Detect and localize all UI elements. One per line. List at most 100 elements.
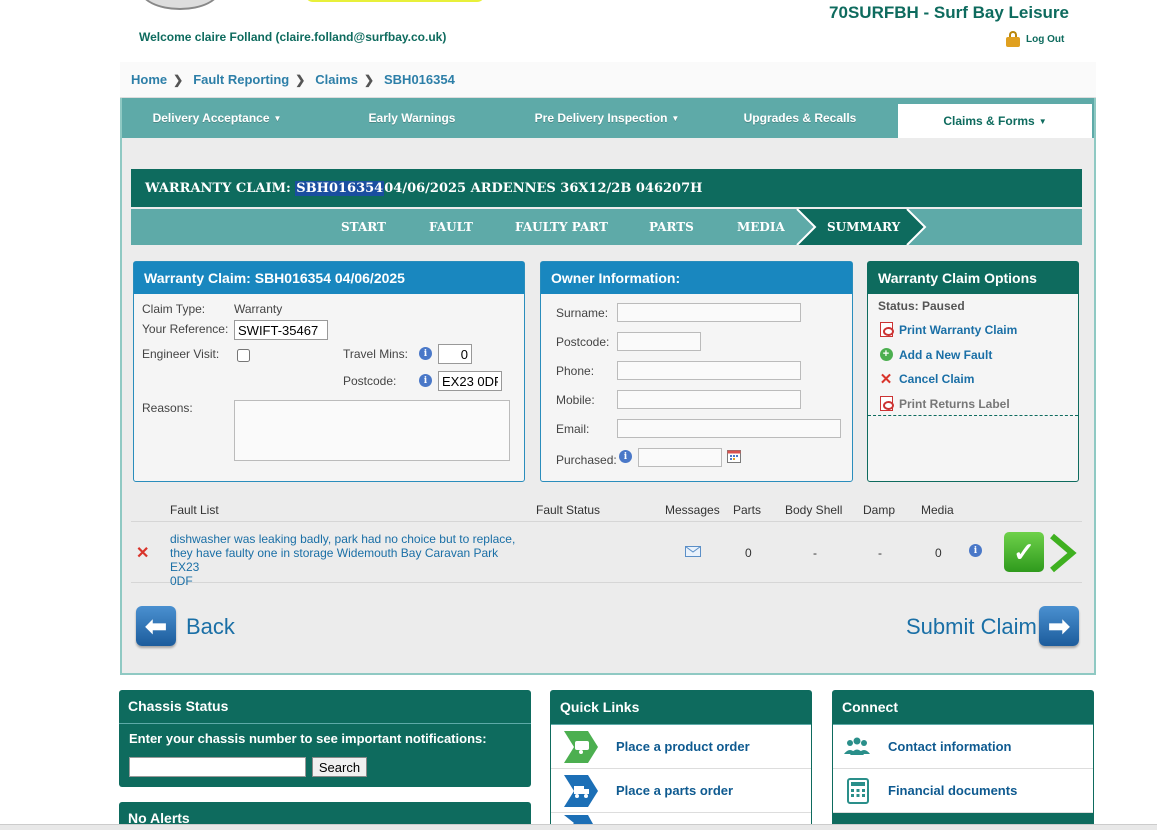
connect-link-label: Contact information (888, 739, 1012, 754)
owner-email-label: Email: (556, 422, 590, 436)
quick-link-label: Place a product order (616, 739, 750, 754)
place-product-order-link[interactable]: Place a product order (551, 725, 811, 769)
place-parts-order-link[interactable]: Place a parts order (551, 769, 811, 813)
info-icon[interactable]: i (619, 450, 632, 463)
step-fault[interactable]: FAULT (429, 209, 473, 245)
reasons-label: Reasons: (142, 401, 193, 415)
owner-mobile-input[interactable] (617, 390, 801, 409)
chassis-title: Chassis Status (119, 690, 531, 724)
close-icon: ✕ (879, 370, 893, 388)
step-start[interactable]: START (341, 209, 386, 245)
col-fault-status: Fault Status (536, 503, 601, 517)
purchased-date-input[interactable] (638, 448, 722, 467)
col-damp: Damp (863, 503, 896, 517)
fault-media-count: 0 (935, 546, 942, 560)
submit-arrow-icon[interactable]: ➡ (1039, 606, 1079, 646)
owner-phone-input[interactable] (617, 361, 801, 380)
breadcrumb-current[interactable]: SBH016354 (384, 72, 455, 87)
print-warranty-claim-link[interactable]: Print Warranty Claim (879, 322, 1017, 337)
claim-number: SBH016354 (295, 180, 385, 196)
option-label: Print Returns Label (899, 396, 1010, 411)
claim-title-bar: WARRANTY CLAIM: SBH016354 04/06/2025 ARD… (131, 169, 1082, 207)
fault-line: dishwasher was leaking badly, park had n… (170, 532, 516, 546)
logout-label: Log Out (1026, 33, 1065, 45)
option-label: Cancel Claim (899, 371, 975, 386)
travel-mins-input[interactable] (438, 344, 472, 364)
fault-line: they have faulty one in storage Widemout… (170, 546, 499, 574)
tab-pre-delivery-inspection[interactable]: Pre Delivery Inspection ▼ (512, 98, 702, 138)
step-progress: START FAULT FAULTY PART PARTS MEDIA SUMM… (131, 209, 1082, 245)
fault-description[interactable]: dishwasher was leaking badly, park had n… (170, 532, 530, 588)
financial-documents-link[interactable]: Financial documents (833, 769, 1093, 813)
chassis-search-button[interactable]: Search (312, 757, 367, 777)
lock-icon (1006, 31, 1020, 47)
calendar-icon[interactable] (727, 449, 741, 463)
postcode-label: Postcode: (343, 374, 397, 388)
tab-early-warnings[interactable]: Early Warnings (312, 98, 512, 138)
col-fault-list: Fault List (170, 503, 219, 517)
calculator-icon (847, 777, 869, 804)
dealer-name: 70SURFBH - Surf Bay Leisure (829, 3, 1069, 22)
breadcrumb-fault-reporting[interactable]: Fault Reporting (193, 72, 289, 87)
info-icon[interactable]: i (419, 347, 432, 360)
owner-purchased-label: Purchased: (556, 453, 617, 467)
add-new-fault-link[interactable]: + Add a New Fault (879, 347, 992, 362)
connect-link-label: Financial documents (888, 783, 1018, 798)
tab-label: Delivery Acceptance (152, 111, 270, 125)
horizontal-scrollbar[interactable] (0, 824, 1157, 830)
pdf-icon (879, 396, 894, 411)
options-divider (868, 415, 1078, 416)
chevron-right-icon: ❯ (295, 72, 306, 87)
chassis-input[interactable] (129, 757, 306, 777)
plus-circle-icon: + (879, 347, 893, 362)
step-media[interactable]: MEDIA (737, 209, 785, 245)
cancel-claim-link[interactable]: ✕ Cancel Claim (879, 370, 975, 388)
col-body-shell: Body Shell (785, 503, 843, 517)
caravan-icon (564, 730, 598, 763)
fault-damp: - (878, 546, 882, 560)
contact-information-link[interactable]: Contact information (833, 725, 1093, 769)
envelope-icon[interactable] (685, 546, 701, 557)
connect-widget: Connect Contact information Financial do… (832, 690, 1094, 830)
claim-type-label: Claim Type: (142, 302, 206, 316)
owner-email-input[interactable] (617, 419, 841, 438)
fault-body-shell: - (813, 546, 817, 560)
step-parts[interactable]: PARTS (649, 209, 694, 245)
fault-parts-count: 0 (745, 546, 752, 560)
info-icon[interactable]: i (419, 374, 432, 387)
tab-upgrades-recalls[interactable]: Upgrades & Recalls (702, 98, 898, 138)
tab-delivery-acceptance[interactable]: Delivery Acceptance ▼ (122, 98, 312, 138)
back-arrow-icon[interactable]: ⬅ (136, 606, 176, 646)
back-button[interactable]: Back (186, 614, 235, 640)
caret-down-icon: ▼ (1038, 116, 1047, 126)
step-faulty-part[interactable]: FAULTY PART (515, 209, 608, 245)
quick-link-label: Place a parts order (616, 783, 734, 798)
delete-fault-icon[interactable]: ✕ (136, 543, 149, 563)
reasons-textarea[interactable] (234, 400, 510, 461)
engineer-visit-checkbox[interactable] (237, 349, 250, 362)
chevron-right-icon[interactable] (1048, 533, 1078, 573)
claim-panel-title: Warranty Claim: SBH016354 04/06/2025 (134, 262, 524, 294)
col-parts: Parts (733, 503, 762, 517)
owner-surname-input[interactable] (617, 303, 801, 322)
reference-label: Your Reference: (142, 322, 229, 336)
quick-links-title: Quick Links (551, 691, 811, 725)
fault-line: 0DF (170, 574, 193, 588)
reference-input[interactable] (234, 320, 328, 340)
engineer-visit-label: Engineer Visit: (142, 347, 220, 361)
logout-link[interactable]: Log Out (1006, 31, 1064, 47)
submit-claim-button[interactable]: Submit Claim (906, 614, 1037, 640)
step-summary[interactable]: SUMMARY (827, 209, 900, 245)
breadcrumb-claims[interactable]: Claims (315, 72, 358, 87)
breadcrumb-home[interactable]: Home (131, 72, 167, 87)
print-returns-label-link[interactable]: Print Returns Label (879, 396, 1010, 411)
claim-title-prefix: WARRANTY CLAIM: (145, 180, 291, 196)
checkmark-icon[interactable]: ✓ (1004, 532, 1044, 572)
postcode-input[interactable] (438, 371, 502, 391)
owner-postcode-input[interactable] (617, 332, 701, 351)
info-icon[interactable]: i (969, 544, 982, 557)
connect-title: Connect (833, 691, 1093, 725)
tab-claims-forms[interactable]: Claims & Forms ▼ (898, 104, 1092, 138)
tab-label: Upgrades & Recalls (743, 111, 857, 125)
chevron-right-icon: ❯ (363, 72, 374, 87)
